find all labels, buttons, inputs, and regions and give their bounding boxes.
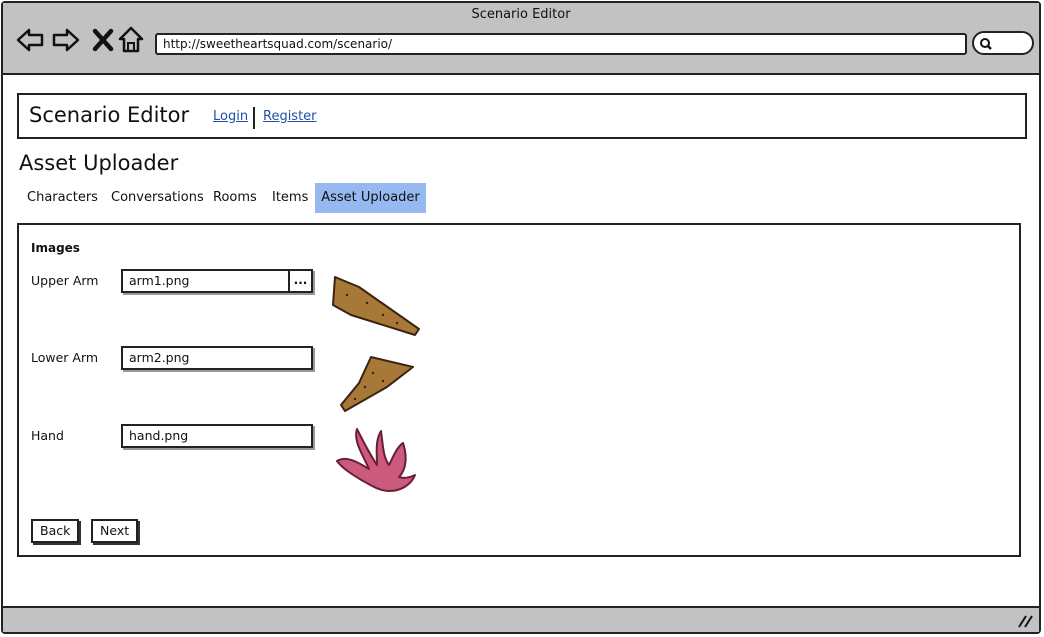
tab-items[interactable]: Items <box>263 183 317 213</box>
browser-window: Scenario Editor http://sweetheartsquad.c… <box>1 1 1041 634</box>
browse-button[interactable]: ... <box>288 271 311 291</box>
back-arrow-icon[interactable] <box>15 25 45 55</box>
site-header: Scenario Editor Login Register <box>17 93 1027 139</box>
hand-file-input[interactable]: hand.png <box>121 424 313 448</box>
upper-arm-label: Upper Arm <box>31 273 99 288</box>
asset-uploader-panel: Images Upper Arm arm1.png ... Lower Arm … <box>17 223 1021 557</box>
upper-arm-image <box>332 276 420 336</box>
status-bar <box>3 606 1039 632</box>
lower-arm-label: Lower Arm <box>31 350 99 365</box>
hand-image <box>336 428 416 492</box>
resize-grip-icon[interactable] <box>1017 614 1033 628</box>
lower-arm-image <box>340 356 414 412</box>
app-title: Scenario Editor <box>29 103 190 127</box>
next-button[interactable]: Next <box>91 519 139 543</box>
login-link[interactable]: Login <box>213 109 248 124</box>
tab-asset-uploader[interactable]: Asset Uploader <box>315 183 426 213</box>
tab-rooms[interactable]: Rooms <box>204 183 266 213</box>
lower-arm-file-input[interactable]: arm2.png <box>121 346 313 370</box>
upper-arm-filename: arm1.png <box>129 273 190 288</box>
window-title: Scenario Editor <box>471 7 571 22</box>
lower-arm-filename: arm2.png <box>129 350 190 365</box>
register-link[interactable]: Register <box>263 109 317 124</box>
search-icon <box>980 38 992 50</box>
browser-chrome: Scenario Editor http://sweetheartsquad.c… <box>3 3 1039 75</box>
home-icon[interactable] <box>117 25 147 55</box>
tab-conversations[interactable]: Conversations <box>102 183 213 213</box>
header-divider <box>253 107 255 129</box>
tab-characters[interactable]: Characters <box>18 183 107 213</box>
page-title: Asset Uploader <box>19 151 179 175</box>
back-button[interactable]: Back <box>31 519 80 543</box>
address-bar[interactable]: http://sweetheartsquad.com/scenario/ <box>155 33 967 55</box>
hand-label: Hand <box>31 428 64 443</box>
forward-arrow-icon[interactable] <box>51 25 81 55</box>
upper-arm-file-input[interactable]: arm1.png ... <box>121 269 313 293</box>
close-icon[interactable] <box>89 25 119 55</box>
images-section-label: Images <box>31 241 80 255</box>
browser-search-box[interactable] <box>972 31 1034 55</box>
hand-filename: hand.png <box>129 428 189 443</box>
